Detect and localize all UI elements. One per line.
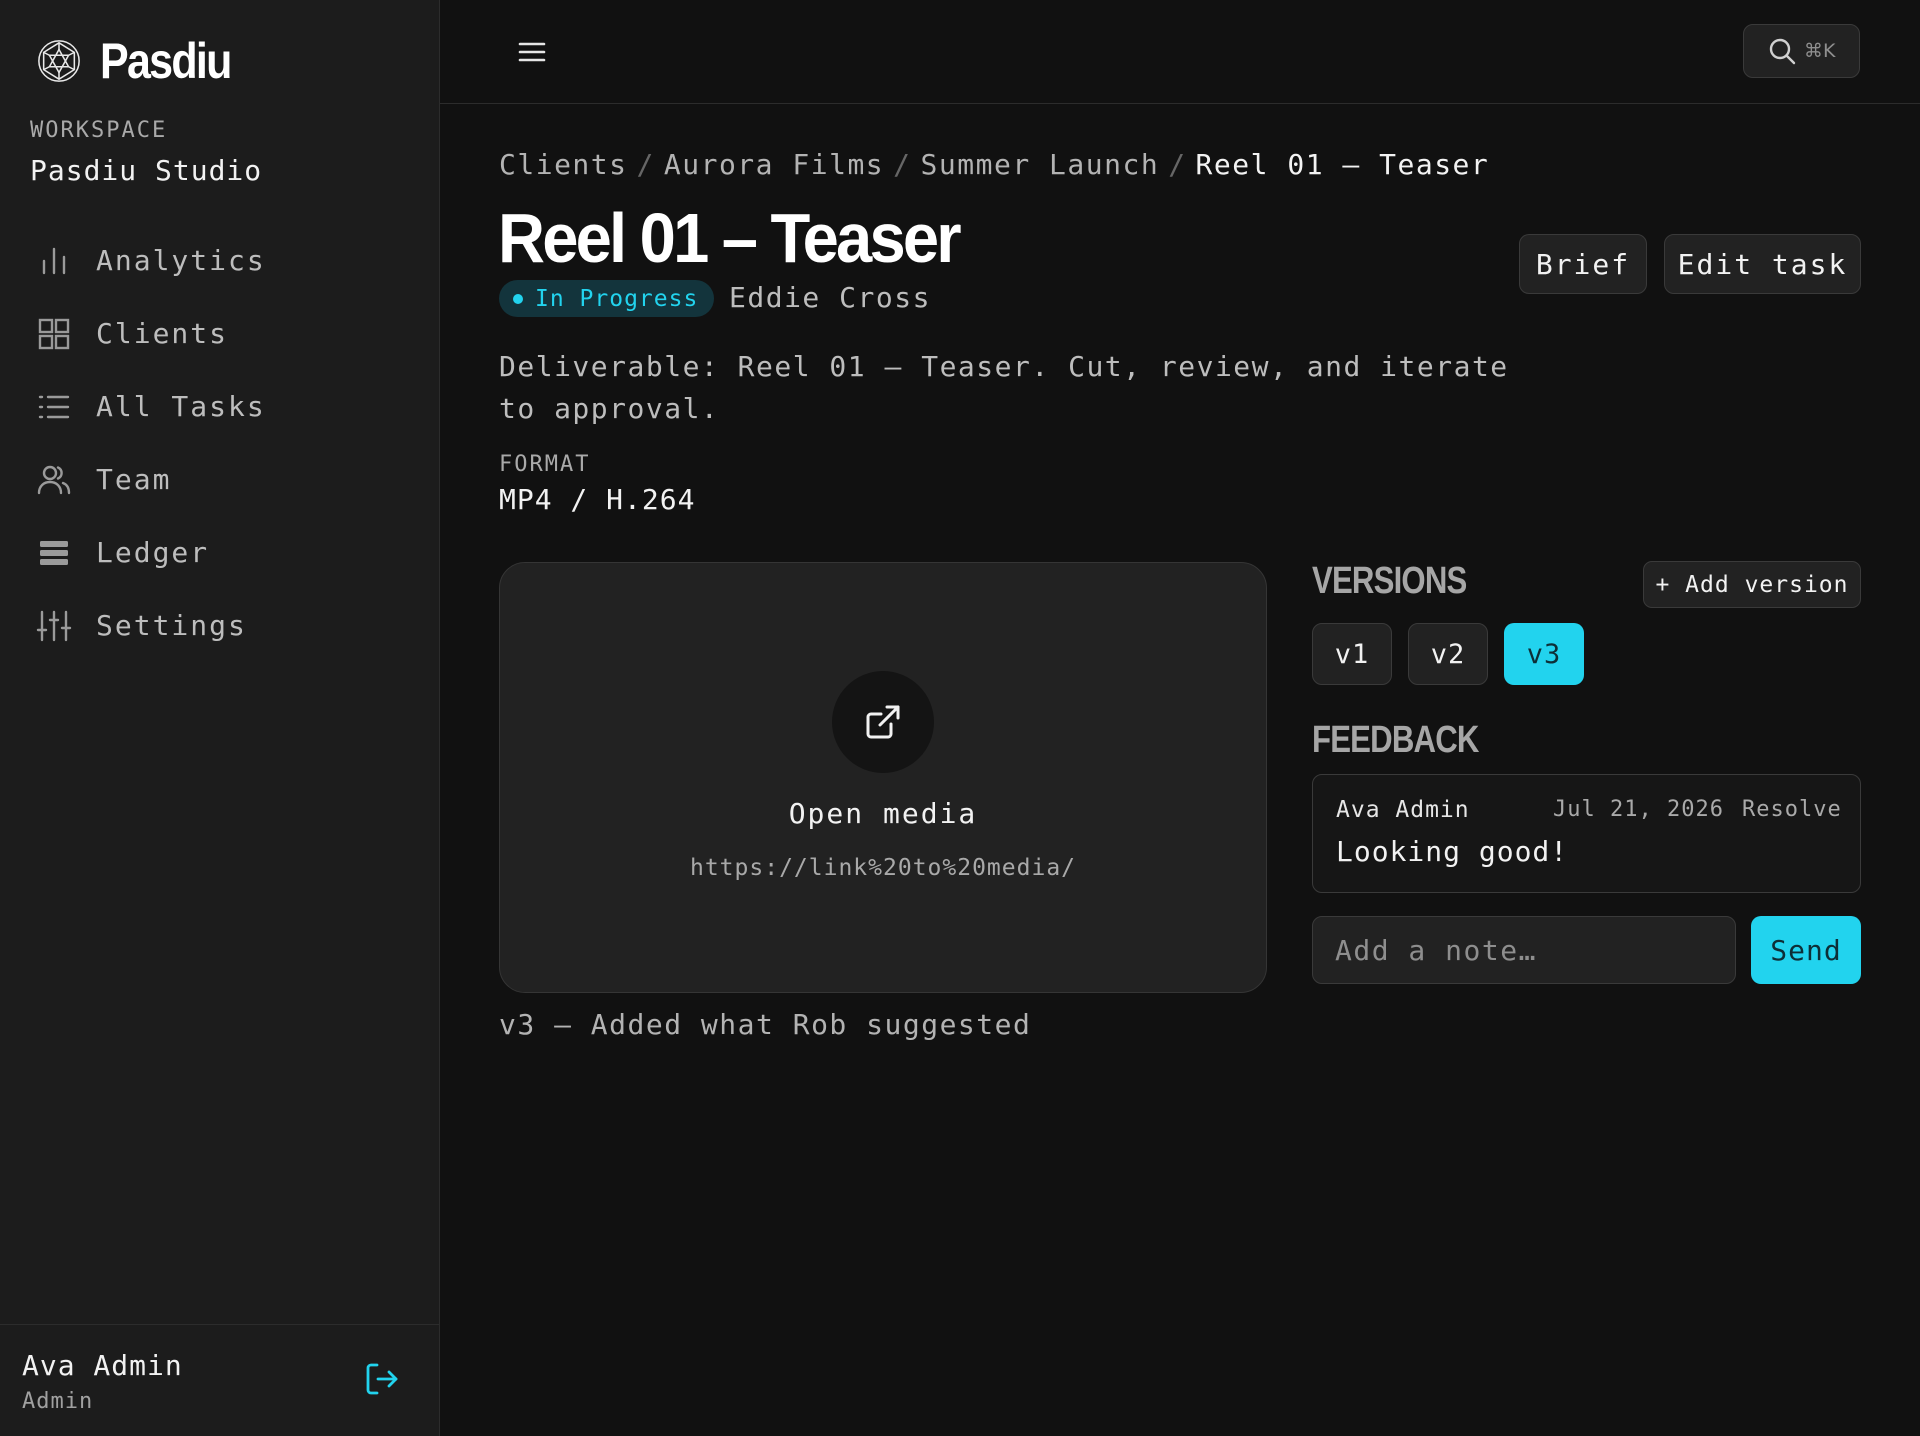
user-name: Ava Admin [22,1349,183,1382]
versions-title: VERSIONS [1312,560,1467,602]
sidebar-item-label: Settings [96,609,247,642]
breadcrumb: Clients / Aurora Films / Summer Launch / Reel … [499,148,1489,181]
top-bar: ⌘K [440,0,1920,104]
breadcrumb-client[interactable]: Aurora Films [664,148,884,181]
format-label: FORMAT [499,452,591,477]
version-v2-button[interactable]: v2 [1408,623,1488,685]
comment-text: Looking good! [1336,835,1569,868]
version-v1-button[interactable]: v1 [1312,623,1392,685]
workspace-name[interactable]: Pasdiu Studio [30,154,262,187]
list-icon [38,395,70,418]
breadcrumb-separator: / [893,148,912,181]
status-dot [513,293,523,304]
assignee-name[interactable]: Eddie Cross [729,281,931,314]
open-media-card[interactable]: Open media https://link%20to%20media/ [499,562,1267,993]
sidebar-item-clients[interactable]: Clients [0,297,440,370]
brief-button[interactable]: Brief [1519,234,1647,294]
version-v3-button[interactable]: v3 [1504,623,1584,685]
user-profile: Ava Admin Admin [0,1324,440,1436]
edit-task-button[interactable]: Edit task [1664,234,1861,294]
feedback-title: FEEDBACK [1312,719,1479,761]
breadcrumb-separator: / [636,148,655,181]
search-button[interactable]: ⌘K [1743,24,1860,78]
sidebar-item-analytics[interactable]: Analytics [0,224,440,297]
open-media-label: Open media [788,797,978,830]
sidebar-item-team[interactable]: Team [0,443,440,516]
breadcrumb-current: Reel 01 – Teaser [1195,148,1490,181]
search-icon [1769,38,1796,65]
grid-icon [38,318,70,349]
note-input[interactable] [1312,916,1736,984]
breadcrumb-separator: / [1168,148,1187,181]
hamburger-icon[interactable] [514,34,550,70]
stack-icon [40,540,68,565]
task-description: Deliverable: Reel 01 – Teaser. Cut, revi… [499,350,1509,425]
sidebar-item-settings[interactable]: Settings [0,589,440,662]
search-shortcut: ⌘K [1804,40,1836,62]
media-icon-container [832,671,934,773]
status-text: In Progress [535,285,699,312]
sidebar-item-label: Ledger [96,536,210,569]
comment-date: Jul 21, 2026 [1553,797,1724,822]
comment-author: Ava Admin [1336,797,1470,823]
breadcrumb-clients[interactable]: Clients [499,148,628,181]
feedback-comment: Ava Admin Jul 21, 2026 Resolve Looking g… [1312,774,1861,893]
brand-name: Pasdiu [100,33,232,89]
add-version-button[interactable]: + Add version [1643,561,1861,608]
sidebar: Pasdiu WORKSPACE Pasdiu Studio Analytics… [0,0,440,1436]
sliders-icon [36,610,72,641]
resolve-button[interactable]: Resolve [1742,797,1842,822]
status-badge: In Progress [499,280,715,317]
breadcrumb-project[interactable]: Summer Launch [921,148,1160,181]
brand-logo[interactable]: Pasdiu [36,32,252,90]
external-link-icon [866,705,900,739]
bar-chart-icon [42,247,66,274]
workspace-label: WORKSPACE [30,118,168,143]
sidebar-item-label: Analytics [96,244,266,277]
media-url[interactable]: https://link%20to%20media/ [500,855,1266,881]
sidebar-item-label: Clients [96,317,229,350]
logout-icon[interactable] [362,1359,402,1399]
sidebar-item-ledger[interactable]: Ledger [0,516,440,589]
geodesic-sphere-icon [38,40,80,82]
format-value: MP4 / H.264 [499,483,696,516]
sidebar-nav: Analytics Clients All Tasks Team Ledger … [0,224,440,662]
sidebar-item-all-tasks[interactable]: All Tasks [0,370,440,443]
users-icon [37,465,71,494]
send-button[interactable]: Send [1751,916,1861,984]
page-title: Reel 01 – Teaser [498,199,962,277]
sidebar-item-label: All Tasks [96,390,266,423]
user-role: Admin [22,1389,94,1414]
version-caption: v3 — Added what Rob suggested [499,1008,1032,1041]
sidebar-item-label: Team [96,463,172,496]
